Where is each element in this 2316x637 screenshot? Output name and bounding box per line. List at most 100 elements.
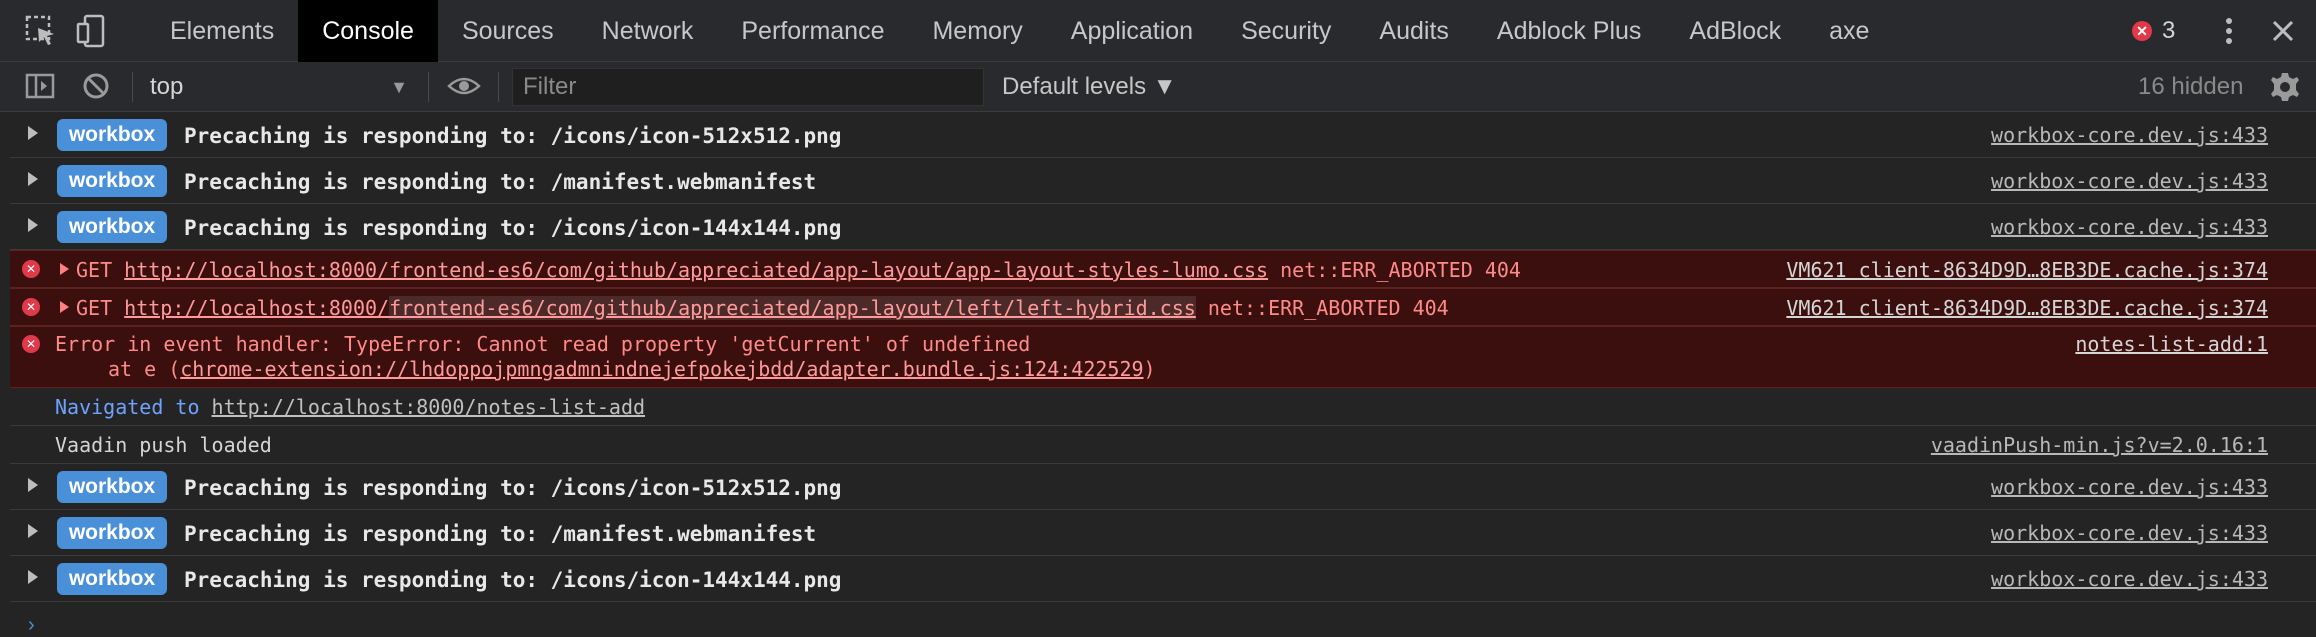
expand-triangle-icon[interactable]: [28, 172, 38, 186]
expand-triangle-icon[interactable]: [28, 218, 38, 232]
error-count-value: 3: [2162, 17, 2176, 44]
tab-elements[interactable]: Elements: [146, 0, 298, 62]
toolbar-divider: [132, 72, 133, 102]
source-link[interactable]: notes-list-add:1: [2075, 332, 2268, 356]
more-options-icon[interactable]: [2218, 14, 2240, 48]
message-text: Precaching is responding to: /icons/icon…: [184, 568, 842, 592]
tab-application[interactable]: Application: [1047, 0, 1217, 62]
error-text: GET http://localhost:8000/frontend-es6/c…: [76, 258, 1521, 282]
source-link[interactable]: workbox-core.dev.js:433: [1991, 123, 2268, 147]
error-icon: ✕: [22, 298, 40, 316]
workbox-badge: workbox: [57, 517, 167, 549]
stack-trace: at e (chrome-extension://lhdoppojpmngadm…: [108, 357, 1156, 381]
console-error[interactable]: ✕ Error in event handler: TypeError: Can…: [10, 326, 2316, 388]
nav-prefix: Navigated to: [55, 395, 212, 419]
stack-suffix: ): [1143, 357, 1156, 381]
console-toolbar: top ▼ Default levels ▼ 16 hidden: [0, 62, 2316, 112]
tab-sources[interactable]: Sources: [438, 0, 578, 62]
context-selector[interactable]: top ▼: [150, 70, 412, 104]
live-expression-eye-icon[interactable]: [446, 70, 482, 107]
expand-triangle-icon[interactable]: [28, 524, 38, 538]
hidden-messages-count: 16 hidden: [2138, 73, 2244, 100]
workbox-badge: workbox: [57, 471, 167, 503]
expand-triangle-icon[interactable]: [28, 126, 38, 140]
devtools-tabbar: Elements Console Sources Network Perform…: [0, 0, 2316, 62]
console-error[interactable]: ✕ GET http://localhost:8000/frontend-es6…: [10, 250, 2316, 288]
tab-adblock[interactable]: AdBlock: [1665, 0, 1805, 62]
workbox-badge: workbox: [57, 119, 167, 151]
error-counter[interactable]: ✕ 3: [2132, 16, 2175, 46]
error-text: GET http://localhost:8000/frontend-es6/c…: [76, 296, 1449, 320]
dropdown-arrow-icon: ▼: [390, 77, 408, 97]
log-levels-dropdown[interactable]: Default levels ▼: [1002, 70, 1177, 104]
error-icon: ✕: [22, 335, 40, 353]
console-message[interactable]: workbox Precaching is responding to: /ic…: [10, 556, 2316, 602]
filter-field[interactable]: [512, 68, 984, 106]
close-icon[interactable]: [2266, 14, 2300, 48]
console-message[interactable]: workbox Precaching is responding to: /ic…: [10, 112, 2316, 158]
console-message[interactable]: workbox Precaching is responding to: /ic…: [10, 464, 2316, 510]
sidebar-toggle-icon[interactable]: [24, 70, 56, 107]
source-link[interactable]: VM621 client-8634D9D…8EB3DE.cache.js:374: [1786, 296, 2268, 320]
workbox-badge: workbox: [57, 165, 167, 197]
url-path-highlight: frontend-es6/com/github/appreciated/app-…: [389, 296, 1196, 320]
console-info[interactable]: Navigated to http://localhost:8000/notes…: [10, 388, 2316, 426]
tab-network[interactable]: Network: [578, 0, 718, 62]
filter-input[interactable]: [513, 69, 983, 105]
console-message[interactable]: Vaadin push loaded vaadinPush-min.js?v=2…: [10, 426, 2316, 464]
console-error[interactable]: ✕ GET http://localhost:8000/frontend-es6…: [10, 288, 2316, 326]
console-messages: workbox Precaching is responding to: /ic…: [10, 112, 2316, 636]
workbox-badge: workbox: [57, 563, 167, 595]
expand-triangle-icon[interactable]: [28, 570, 38, 584]
console-message[interactable]: workbox Precaching is responding to: /ic…: [10, 204, 2316, 250]
request-url-link[interactable]: http://localhost:8000/frontend-es6/com/g…: [124, 296, 1196, 320]
tab-audits[interactable]: Audits: [1355, 0, 1472, 62]
inspect-element-icon[interactable]: [24, 14, 58, 48]
message-text: Precaching is responding to: /icons/icon…: [184, 216, 842, 240]
context-value: top: [150, 73, 184, 100]
tab-adblock-plus[interactable]: Adblock Plus: [1473, 0, 1666, 62]
source-link[interactable]: VM621 client-8634D9D…8EB3DE.cache.js:374: [1786, 258, 2268, 282]
panel-tabs: Elements Console Sources Network Perform…: [146, 0, 1893, 62]
message-text: Precaching is responding to: /icons/icon…: [184, 476, 842, 500]
stack-prefix: at e (: [108, 357, 181, 381]
expand-triangle-icon[interactable]: [60, 301, 69, 313]
message-text: Vaadin push loaded: [55, 433, 272, 457]
error-icon: ✕: [2132, 21, 2152, 41]
console-message[interactable]: workbox Precaching is responding to: /ma…: [10, 510, 2316, 556]
source-link[interactable]: workbox-core.dev.js:433: [1991, 215, 2268, 239]
expand-triangle-icon[interactable]: [28, 478, 38, 492]
settings-gear-icon[interactable]: [2268, 70, 2302, 104]
tab-memory[interactable]: Memory: [908, 0, 1046, 62]
message-text: Precaching is responding to: /icons/icon…: [184, 124, 842, 148]
request-url-link[interactable]: http://localhost:8000/frontend-es6/com/g…: [124, 258, 1268, 282]
source-link[interactable]: vaadinPush-min.js?v=2.0.16:1: [1931, 433, 2268, 457]
source-link[interactable]: workbox-core.dev.js:433: [1991, 475, 2268, 499]
nav-url-link[interactable]: http://localhost:8000/notes-list-add: [212, 395, 645, 419]
toolbar-divider: [498, 72, 499, 102]
device-toolbar-icon[interactable]: [76, 14, 110, 48]
stack-link[interactable]: chrome-extension://lhdoppojpmngadmnindne…: [180, 357, 1143, 381]
message-text: Precaching is responding to: /manifest.w…: [184, 170, 817, 194]
request-method: GET: [76, 296, 113, 320]
toolbar-divider: [428, 72, 429, 102]
source-link[interactable]: workbox-core.dev.js:433: [1991, 521, 2268, 545]
request-status: net::ERR_ABORTED 404: [1207, 296, 1449, 320]
expand-triangle-icon[interactable]: [60, 263, 69, 275]
source-link[interactable]: workbox-core.dev.js:433: [1991, 567, 2268, 591]
clear-console-icon[interactable]: [80, 70, 112, 107]
error-icon: ✕: [22, 260, 40, 278]
error-message: Error in event handler: TypeError: Canno…: [55, 332, 1031, 356]
tab-security[interactable]: Security: [1217, 0, 1355, 62]
tab-axe[interactable]: axe: [1805, 0, 1893, 62]
navigation-text: Navigated to http://localhost:8000/notes…: [55, 395, 645, 419]
workbox-badge: workbox: [57, 211, 167, 243]
console-message[interactable]: workbox Precaching is responding to: /ma…: [10, 158, 2316, 204]
request-method: GET: [76, 258, 113, 282]
tab-performance[interactable]: Performance: [717, 0, 908, 62]
url-host: http://localhost:8000/: [124, 296, 390, 320]
message-text: Precaching is responding to: /manifest.w…: [184, 522, 817, 546]
request-status: net::ERR_ABORTED 404: [1280, 258, 1521, 282]
tab-console[interactable]: Console: [298, 0, 438, 62]
source-link[interactable]: workbox-core.dev.js:433: [1991, 169, 2268, 193]
